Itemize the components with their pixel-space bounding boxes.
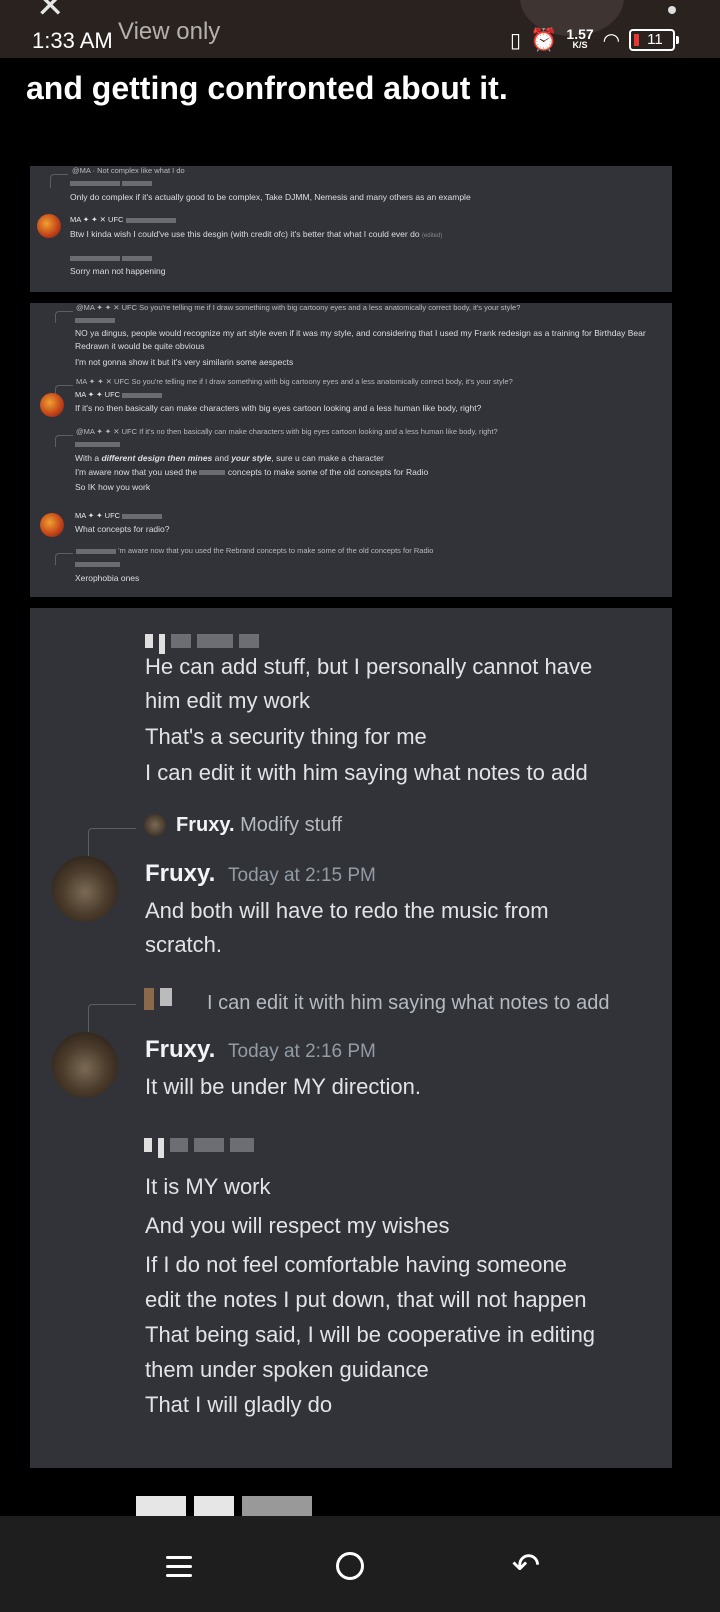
recents-icon[interactable] [160,1546,200,1586]
username: MA ✦ ✦ ✕ UFC [70,215,176,224]
message-text: That being said, I will be cooperative i… [145,1322,596,1347]
message-text: If I do not feel comfortable having some… [145,1252,567,1277]
wifi-icon: ◠ [602,29,621,52]
username: MA ✦ ✦ UFC [75,390,163,399]
more-icon[interactable] [668,6,676,14]
back-icon[interactable]: ↶ [506,1546,546,1586]
avatar[interactable] [52,1032,118,1098]
message-text: It is MY work [145,1174,271,1199]
blurred-username [144,1138,260,1158]
message-text: If it's no then basically can make chara… [75,403,482,413]
status-time: 1:33 AM [32,28,113,53]
reply-preview: MA ✦ ✦ ✕ UFC So you're telling me if I d… [76,377,513,386]
vibrate-icon: ▯ [510,29,522,52]
reply-preview: @MA ✦ ✦ ✕ UFC If it's no then basically … [76,427,498,436]
avatar [40,393,64,417]
blurred-username [144,988,178,1010]
message-text: That's a security thing for me [145,724,427,749]
message-text: I'm not gonna show it but it's very simi… [75,357,294,367]
message-text: Only do complex if it's actually good to… [70,192,471,202]
username: MA ✦ ✦ UFC [75,511,163,520]
home-icon[interactable] [336,1552,364,1580]
message-text: Redrawn it would be quite obvious [75,341,205,351]
message-text: So IK how you work [75,482,151,492]
screenshot-panel-1: @MA · Not complex like what I do Only do… [30,166,672,292]
message-text: Btw I kinda wish I could've use this des… [70,229,443,239]
screenshot-panel-3: He can add stuff, but I personally canno… [30,608,672,1468]
message-text: I'm aware now that you used the concepts… [75,467,429,477]
message-text: them under spoken guidance [145,1357,429,1382]
message-text: edit the notes I put down, that will not… [145,1287,587,1312]
close-icon[interactable]: ✕ [36,0,65,26]
blurred-username [136,1496,406,1516]
avatar [37,214,61,238]
username[interactable]: Fruxy. [145,860,215,888]
navigation-bar: ↶ [0,1516,720,1612]
view-only-label: View only [118,18,221,45]
message-text: That I will gladly do [145,1392,333,1417]
username[interactable]: Fruxy. [145,1036,215,1064]
battery-level: 11 [647,31,663,48]
avatar [144,814,166,836]
reply-preview: @MA · Not complex like what I do [72,166,185,175]
message-text: I can edit it with him saying what notes… [145,760,588,785]
timestamp: Today at 2:15 PM [228,865,376,886]
message-text: And both will have to redo the music fro… [145,898,549,923]
message-text: He can add stuff, but I personally canno… [145,654,593,679]
message-text: What concepts for radio? [75,524,170,534]
message-text: And you will respect my wishes [145,1213,450,1238]
reply-preview: 'm aware now that you used the Rebrand c… [76,546,433,555]
reply-preview: I can edit it with him saying what notes… [207,992,610,1014]
message-text: scratch. [145,932,223,957]
headline: and getting confronted about it. [26,70,508,106]
blurred-username [145,634,265,654]
battery-icon: 11 [629,29,680,51]
timestamp: Today at 2:16 PM [228,1041,376,1062]
status-bar: ✕ 1:33 AM View only ▯ ⏰ 1.57 K/S ◠ 11 [0,0,720,58]
message-text: Sorry man not happening [70,266,166,276]
reply-preview: @MA ✦ ✦ ✕ UFC So you're telling me if I … [76,303,521,312]
message-text: With a different design then mines and y… [75,453,384,463]
avatar[interactable] [52,856,118,922]
message-text: NO ya dingus, people would recognize my … [75,328,646,338]
message-text: him edit my work [145,688,311,713]
message-text: Xerophobia ones [75,573,140,583]
message-text: It will be under MY direction. [145,1074,421,1099]
avatar [40,513,64,537]
reply-preview: Fruxy. Modify stuff [176,814,343,836]
net-speed: 1.57 K/S [566,26,594,50]
screenshot-panel-2: @MA ✦ ✦ ✕ UFC So you're telling me if I … [30,303,672,597]
alarm-icon: ⏰ [530,27,558,52]
